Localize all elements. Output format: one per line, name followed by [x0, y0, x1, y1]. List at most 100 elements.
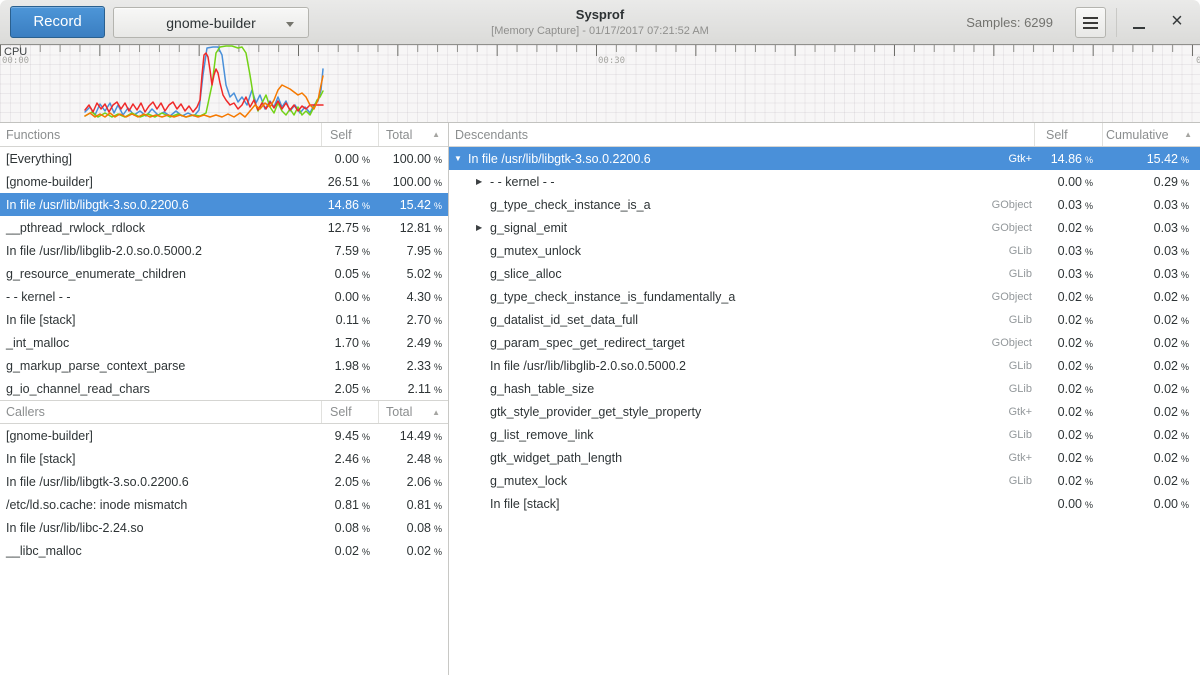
- total-percent: 2.70%: [378, 313, 448, 327]
- functions-table: [Everything]0.00%100.00%[gnome-builder]2…: [0, 147, 448, 400]
- self-percent: 0.02%: [1034, 221, 1102, 235]
- tree-row[interactable]: ▼In file /usr/lib/libgtk-3.so.0.2200.6Gt…: [449, 147, 1200, 170]
- table-row[interactable]: In file [stack]0.11%2.70%: [0, 308, 448, 331]
- table-row[interactable]: In file /usr/lib/libgtk-3.so.0.2200.62.0…: [0, 470, 448, 493]
- library-tag: Gtk+: [1008, 153, 1034, 165]
- tree-row[interactable]: g_list_remove_linkGLib0.02%0.02%: [449, 423, 1200, 446]
- process-selector-dropdown[interactable]: gnome-builder: [113, 7, 309, 38]
- table-row[interactable]: g_resource_enumerate_children0.05%5.02%: [0, 262, 448, 285]
- function-name: g_signal_emit: [490, 221, 567, 235]
- total-percent: 15.42%: [378, 198, 448, 212]
- cpu-graph[interactable]: CPU 00:0000:3001:00: [0, 45, 1200, 123]
- column-header-self[interactable]: Self: [1034, 123, 1102, 146]
- column-header-self[interactable]: Self: [321, 401, 378, 423]
- total-percent: 0.02%: [378, 544, 448, 558]
- self-percent: 0.00%: [1034, 497, 1102, 511]
- expander-icon[interactable]: ▼: [454, 154, 468, 163]
- descendants-table-header: DescendantsSelfCumulative▲: [449, 123, 1200, 147]
- self-percent: 0.02%: [321, 544, 378, 558]
- minimize-icon: [1133, 27, 1145, 29]
- cumulative-percent: 0.03%: [1102, 244, 1200, 258]
- total-percent: 100.00%: [378, 175, 448, 189]
- table-row[interactable]: _int_malloc1.70%2.49%: [0, 331, 448, 354]
- cumulative-percent: 0.02%: [1102, 405, 1200, 419]
- menu-button[interactable]: [1075, 7, 1106, 38]
- tree-row[interactable]: g_mutex_unlockGLib0.03%0.03%: [449, 239, 1200, 262]
- tree-row[interactable]: g_mutex_lockGLib0.02%0.02%: [449, 469, 1200, 492]
- total-percent: 0.81%: [378, 498, 448, 512]
- column-header-callers[interactable]: Callers: [0, 401, 321, 423]
- tree-row[interactable]: gtk_style_provider_get_style_propertyGtk…: [449, 400, 1200, 423]
- table-row[interactable]: [gnome-builder]9.45%14.49%: [0, 424, 448, 447]
- table-row[interactable]: __libc_malloc0.02%0.02%: [0, 539, 448, 562]
- tree-row[interactable]: gtk_widget_path_lengthGtk+0.02%0.02%: [449, 446, 1200, 469]
- table-row[interactable]: /etc/ld.so.cache: inode mismatch0.81%0.8…: [0, 493, 448, 516]
- cumulative-percent: 0.03%: [1102, 221, 1200, 235]
- self-percent: 0.81%: [321, 498, 378, 512]
- tree-row[interactable]: g_param_spec_get_redirect_targetGObject0…: [449, 331, 1200, 354]
- column-header-descendants[interactable]: Descendants: [449, 123, 1034, 146]
- tree-row[interactable]: g_hash_table_sizeGLib0.02%0.02%: [449, 377, 1200, 400]
- table-row[interactable]: In file /usr/lib/libgtk-3.so.0.2200.614.…: [0, 193, 448, 216]
- sort-arrow-icon: ▲: [1184, 130, 1192, 139]
- table-row[interactable]: In file [stack]2.46%2.48%: [0, 447, 448, 470]
- library-tag: GObject: [992, 199, 1034, 211]
- function-name: - - kernel - -: [490, 175, 555, 189]
- expander-icon[interactable]: ▶: [476, 223, 490, 232]
- cumulative-percent: 0.02%: [1102, 428, 1200, 442]
- table-row[interactable]: - - kernel - -0.00%4.30%: [0, 285, 448, 308]
- function-name: In file /usr/lib/libgtk-3.so.0.2200.6: [0, 475, 321, 489]
- self-percent: 0.05%: [321, 267, 378, 281]
- self-percent: 0.02%: [1034, 405, 1102, 419]
- total-percent: 100.00%: [378, 152, 448, 166]
- table-row[interactable]: __pthread_rwlock_rdlock12.75%12.81%: [0, 216, 448, 239]
- tree-row[interactable]: In file [stack]0.00%0.00%: [449, 492, 1200, 515]
- record-button[interactable]: Record: [10, 6, 105, 38]
- tree-row[interactable]: g_slice_allocGLib0.03%0.03%: [449, 262, 1200, 285]
- table-row[interactable]: g_io_channel_read_chars2.05%2.11%: [0, 377, 448, 400]
- function-name: /etc/ld.so.cache: inode mismatch: [0, 498, 321, 512]
- column-header-self[interactable]: Self: [321, 123, 378, 146]
- window-subtitle: [Memory Capture] - 01/17/2017 07:21:52 A…: [491, 25, 709, 37]
- library-tag: GLib: [1009, 475, 1034, 487]
- cumulative-percent: 0.02%: [1102, 336, 1200, 350]
- sort-arrow-icon: ▲: [432, 130, 440, 139]
- tree-row[interactable]: g_datalist_id_set_data_fullGLib0.02%0.02…: [449, 308, 1200, 331]
- self-percent: 0.02%: [1034, 474, 1102, 488]
- library-tag: GObject: [992, 337, 1034, 349]
- self-percent: 0.02%: [1034, 451, 1102, 465]
- library-tag: GLib: [1009, 314, 1034, 326]
- table-row[interactable]: [Everything]0.00%100.00%: [0, 147, 448, 170]
- self-percent: 14.86%: [321, 198, 378, 212]
- column-header-functions[interactable]: Functions: [0, 123, 321, 146]
- expander-icon[interactable]: ▶: [476, 177, 490, 186]
- function-name: g_mutex_lock: [490, 474, 567, 488]
- column-header-total[interactable]: Total▲: [378, 401, 448, 423]
- library-tag: GLib: [1009, 383, 1034, 395]
- tree-row[interactable]: ▶g_signal_emit GObject0.02%0.03%: [449, 216, 1200, 239]
- close-button[interactable]: ×: [1162, 7, 1192, 38]
- functions-table-header: FunctionsSelfTotal▲: [0, 123, 448, 147]
- column-header-cumulative[interactable]: Cumulative▲: [1102, 123, 1200, 146]
- function-name: g_resource_enumerate_children: [0, 267, 321, 281]
- tree-row[interactable]: g_type_check_instance_is_aGObject0.03%0.…: [449, 193, 1200, 216]
- function-name: g_datalist_id_set_data_full: [490, 313, 638, 327]
- column-header-total[interactable]: Total▲: [378, 123, 448, 146]
- cumulative-percent: 0.03%: [1102, 267, 1200, 281]
- tree-row[interactable]: In file /usr/lib/libglib-2.0.so.0.5000.2…: [449, 354, 1200, 377]
- table-row[interactable]: [gnome-builder]26.51%100.00%: [0, 170, 448, 193]
- table-row[interactable]: In file /usr/lib/libglib-2.0.so.0.5000.2…: [0, 239, 448, 262]
- self-percent: 26.51%: [321, 175, 378, 189]
- function-name: In file [stack]: [490, 497, 559, 511]
- tree-row[interactable]: ▶- - kernel - -0.00%0.29%: [449, 170, 1200, 193]
- self-percent: 0.03%: [1034, 198, 1102, 212]
- tree-row[interactable]: g_type_check_instance_is_fundamentally_a…: [449, 285, 1200, 308]
- total-percent: 5.02%: [378, 267, 448, 281]
- cumulative-percent: 0.02%: [1102, 359, 1200, 373]
- cumulative-percent: 0.02%: [1102, 474, 1200, 488]
- minimize-button[interactable]: [1124, 7, 1154, 38]
- library-tag: GObject: [992, 222, 1034, 234]
- sysprof-window: Record gnome-builder Sysprof [Memory Cap…: [0, 0, 1200, 675]
- table-row[interactable]: In file /usr/lib/libc-2.24.so0.08%0.08%: [0, 516, 448, 539]
- table-row[interactable]: g_markup_parse_context_parse1.98%2.33%: [0, 354, 448, 377]
